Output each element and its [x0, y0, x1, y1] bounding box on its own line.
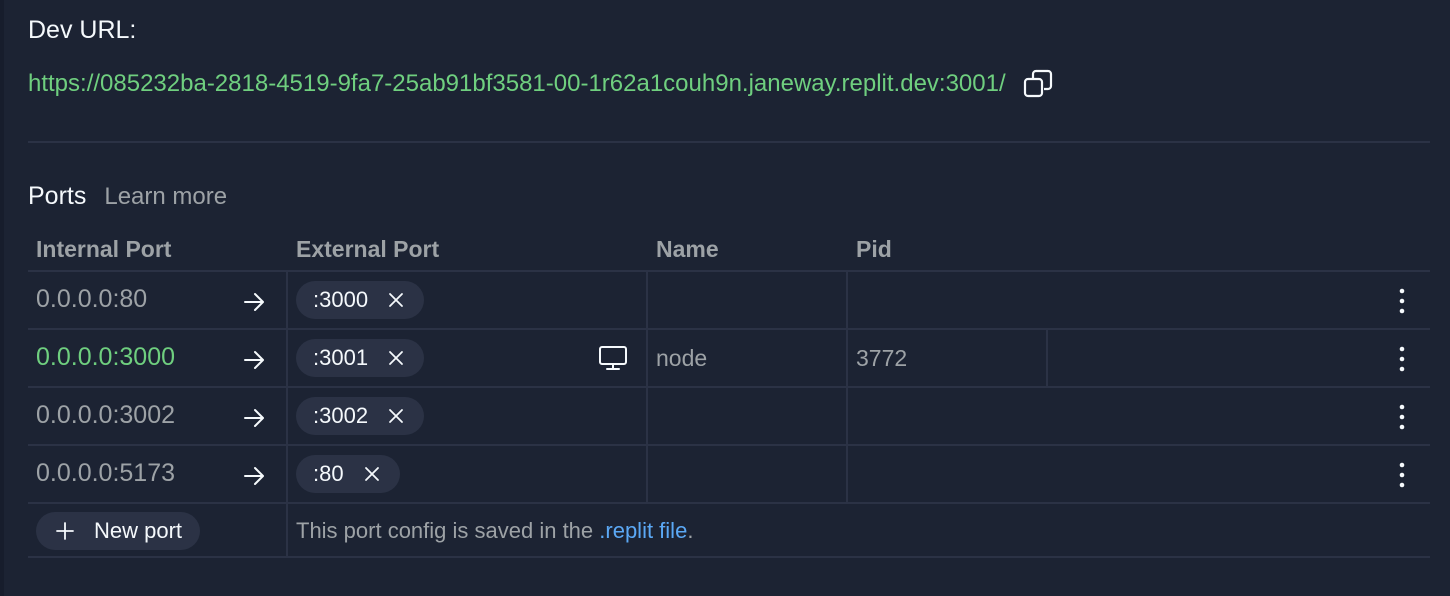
- saved-config-note: This port config is saved in the .replit…: [296, 518, 693, 544]
- table-row: 0.0.0.0:5173 :80: [28, 446, 1430, 504]
- header-name: Name: [656, 236, 719, 262]
- learn-more-link[interactable]: Learn more: [104, 183, 227, 211]
- saved-note-text: This port config is saved in the: [296, 518, 600, 543]
- header-internal-port: Internal Port: [36, 236, 172, 262]
- replit-file-link[interactable]: .replit file: [599, 518, 687, 543]
- more-options-icon[interactable]: [1394, 462, 1410, 488]
- close-icon[interactable]: [388, 292, 404, 308]
- table-row: 0.0.0.0:80 :3000: [28, 272, 1430, 330]
- external-port-chip[interactable]: :3000: [296, 281, 425, 319]
- dev-url-row: https://085232ba-2818-4519-9fa7-25ab91bf…: [28, 68, 1054, 100]
- plus-icon: [56, 522, 74, 540]
- close-icon[interactable]: [388, 350, 404, 366]
- ports-title: Ports: [28, 182, 87, 210]
- column-divider: [846, 446, 848, 502]
- table-row: 0.0.0.0:3002 :3002: [28, 388, 1430, 446]
- header-pid: Pid: [856, 236, 892, 262]
- close-icon[interactable]: [364, 466, 380, 482]
- column-divider: [646, 272, 648, 328]
- internal-port: 0.0.0.0:3002: [36, 401, 176, 429]
- process-pid: 3772: [856, 345, 908, 371]
- table-row: 0.0.0.0:3000 :3001 node 3772: [28, 330, 1430, 388]
- process-name: node: [656, 345, 708, 371]
- external-port: :3002: [313, 403, 369, 428]
- dev-url-label: Dev URL:: [28, 16, 137, 44]
- external-port-chip[interactable]: :3002: [296, 397, 425, 435]
- new-port-button[interactable]: New port: [36, 512, 201, 550]
- arrow-right-icon: [244, 351, 264, 369]
- external-port: :3000: [313, 287, 369, 312]
- ports-table: Internal Port External Port Name Pid 0.0…: [28, 228, 1430, 558]
- arrow-right-icon: [244, 409, 264, 427]
- external-port: :80: [313, 461, 344, 486]
- more-options-icon[interactable]: [1394, 288, 1410, 314]
- monitor-icon[interactable]: [598, 345, 628, 371]
- external-port-chip[interactable]: :3001: [296, 339, 425, 377]
- saved-note-suffix: .: [687, 518, 694, 543]
- new-port-label: New port: [94, 518, 183, 543]
- column-divider: [1046, 330, 1048, 386]
- dev-url-link[interactable]: https://085232ba-2818-4519-9fa7-25ab91bf…: [28, 70, 1006, 98]
- more-options-icon[interactable]: [1394, 346, 1410, 372]
- external-port-chip[interactable]: :80: [296, 455, 400, 493]
- table-header: Internal Port External Port Name Pid: [28, 228, 1430, 272]
- column-divider: [286, 330, 288, 386]
- internal-port: 0.0.0.0:5173: [36, 459, 176, 487]
- copy-icon[interactable]: [1022, 68, 1054, 100]
- left-edge: [0, 0, 4, 596]
- external-port: :3001: [313, 345, 369, 370]
- column-divider: [286, 272, 288, 328]
- column-divider: [286, 388, 288, 444]
- column-divider: [646, 446, 648, 502]
- table-footer: New port This port config is saved in th…: [28, 504, 1430, 558]
- internal-port: 0.0.0.0:3000: [36, 343, 176, 371]
- internal-port: 0.0.0.0:80: [36, 285, 148, 313]
- more-options-icon[interactable]: [1394, 404, 1410, 430]
- section-divider: [28, 141, 1430, 143]
- column-divider: [286, 504, 288, 556]
- column-divider: [286, 446, 288, 502]
- header-external-port: External Port: [296, 236, 440, 262]
- column-divider: [846, 388, 848, 444]
- arrow-right-icon: [244, 293, 264, 311]
- column-divider: [646, 330, 648, 386]
- column-divider: [846, 272, 848, 328]
- column-divider: [646, 388, 648, 444]
- ports-header: Ports Learn more: [28, 182, 227, 211]
- arrow-right-icon: [244, 467, 264, 485]
- close-icon[interactable]: [388, 408, 404, 424]
- column-divider: [846, 330, 848, 386]
